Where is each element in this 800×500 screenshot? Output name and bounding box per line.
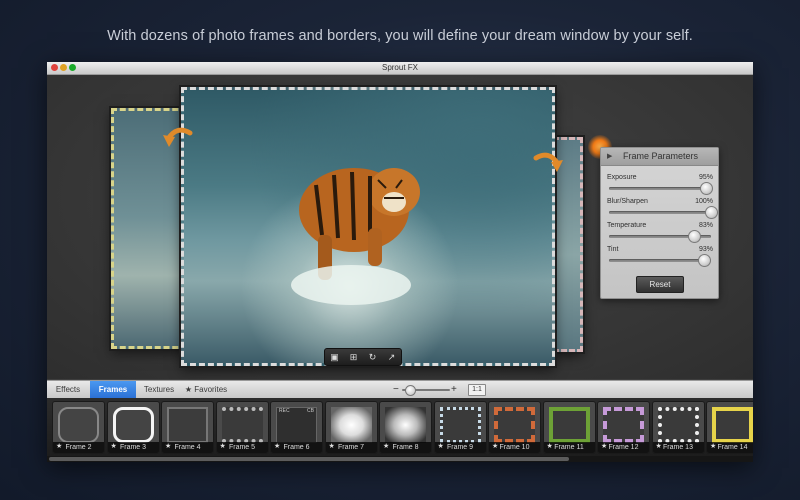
frame-thumbnail[interactable]: REC CB Frame 6 ★ — [270, 401, 323, 454]
param-blur-sharpen: Blur/Sharpen 100% — [607, 198, 718, 220]
rotate-left-arrow-icon[interactable] — [163, 125, 193, 149]
param-temperature: Temperature 83% — [607, 222, 713, 244]
frame-preview — [385, 407, 426, 443]
headline: With dozens of photo frames and borders,… — [107, 28, 693, 44]
favorite-star-icon[interactable]: ★ — [710, 442, 716, 452]
param-slider-knob[interactable] — [705, 206, 718, 219]
frame-preview — [603, 407, 644, 443]
param-value: 100% — [695, 198, 713, 205]
frame-thumbnail[interactable]: Frame 5 ★ — [215, 401, 269, 454]
app-window: Sprout FX ▣ ⊞ ↻ ↗ ▶ Frame Parameters Exp… — [47, 62, 753, 462]
frame-parameters-panel: ▶ Frame Parameters Exposure 95% Blur/Sharp… — [600, 147, 719, 299]
share-icon[interactable]: ↗ — [385, 349, 399, 365]
cb-label: CB — [307, 408, 314, 414]
params-header[interactable]: ▶ Frame Parameters — [601, 148, 718, 166]
param-slider-track[interactable] — [609, 187, 711, 190]
favorite-star-icon[interactable]: ★ — [383, 442, 389, 452]
param-label: Temperature — [607, 222, 647, 229]
frame-thumbnail[interactable]: Frame 11 ★ — [542, 401, 596, 454]
rec-label: REC — [279, 408, 290, 414]
param-value: 83% — [698, 222, 713, 229]
param-exposure: Exposure 95% — [607, 174, 713, 196]
frame-thumbnail[interactable]: Frame 4 ★ — [161, 401, 214, 454]
frame-thumbnail[interactable]: Frame 12 ★ — [597, 401, 650, 454]
favorite-star-icon[interactable]: ★ — [656, 442, 662, 452]
favorite-star-icon[interactable]: ★ — [601, 442, 607, 452]
favorite-star-icon[interactable]: ★ — [547, 442, 553, 452]
rotate-icon[interactable]: ↻ — [366, 349, 380, 365]
param-label: Tint — [607, 246, 619, 253]
frame-preview — [494, 407, 535, 443]
crop-icon[interactable]: ⊞ — [347, 349, 361, 365]
actual-size-button[interactable]: 1:1 — [468, 384, 486, 396]
frame-thumbnail[interactable]: Frame 2 ★ — [52, 401, 105, 454]
frame-preview — [548, 407, 590, 443]
frame-preview — [439, 407, 481, 443]
scrollbar-thumb[interactable] — [49, 457, 569, 461]
param-slider-knob[interactable] — [687, 230, 701, 243]
reset-button[interactable]: Reset — [636, 276, 684, 293]
zoom-in-button[interactable]: + — [451, 381, 457, 398]
tiger-image — [291, 168, 420, 305]
param-label: Exposure — [607, 174, 637, 181]
frame-thumbnail[interactable]: Frame 8 ★ — [379, 401, 432, 454]
frame-preview — [58, 407, 99, 443]
param-tint: Tint 93% — [607, 246, 713, 268]
frame-preview — [712, 407, 753, 443]
main-photo — [181, 87, 555, 366]
save-icon[interactable]: ▣ — [328, 349, 342, 365]
frame-thumbnail[interactable]: Frame 10 ★ — [488, 401, 541, 454]
favorite-star-icon[interactable]: ★ — [492, 442, 498, 452]
photo-canvas: ▣ ⊞ ↻ ↗ ▶ Frame Parameters Exposure 95% Bl… — [47, 75, 753, 379]
tab-textures[interactable]: Textures — [137, 381, 181, 398]
params-title: Frame Parameters — [623, 151, 699, 161]
window-title: Sprout FX — [381, 63, 418, 72]
favorite-star-icon[interactable]: ★ — [111, 442, 117, 452]
frame-thumbnail[interactable]: Frame 7 ★ — [324, 401, 378, 454]
frames-filmstrip: Frame 2 ★ Frame 3 ★ Frame 4 ★ Frame 5 ★ REC CB Fra… — [47, 398, 753, 456]
param-slider-knob[interactable] — [697, 254, 711, 267]
param-value: 93% — [698, 246, 713, 253]
favorite-star-icon[interactable]: ★ — [329, 442, 335, 452]
tab-frames[interactable]: Frames — [90, 381, 136, 398]
favorite-star-icon[interactable]: ★ — [220, 442, 226, 452]
frame-thumbnail[interactable]: Frame 3 ★ — [106, 401, 160, 454]
frame-preview — [112, 407, 154, 443]
favorite-star-icon[interactable]: ★ — [165, 442, 171, 452]
favorite-star-icon[interactable]: ★ — [56, 442, 62, 452]
filmstrip-scrollbar[interactable] — [47, 456, 753, 462]
frame-thumbnail[interactable]: Frame 14 ★ — [706, 401, 753, 454]
bottom-tabbar: Effects Frames Textures ★ Favorites − + … — [47, 380, 753, 399]
param-slider-knob[interactable] — [699, 182, 713, 195]
param-value: 95% — [698, 174, 713, 181]
favorite-star-icon[interactable]: ★ — [274, 442, 280, 452]
frame-preview — [167, 407, 208, 443]
frame-thumbnail[interactable]: Frame 9 ★ — [433, 401, 487, 454]
tab-favorites[interactable]: ★ Favorites — [182, 381, 230, 398]
frame-preview — [330, 407, 372, 443]
frame-thumbnail[interactable]: Frame 13 ★ — [651, 401, 705, 454]
favorite-star-icon[interactable]: ★ — [438, 442, 444, 452]
param-slider-track[interactable] — [609, 259, 711, 262]
param-slider-track[interactable] — [609, 211, 711, 214]
tab-effects[interactable]: Effects — [47, 381, 89, 398]
zoom-slider-knob[interactable] — [405, 385, 416, 396]
titlebar: Sprout FX — [47, 62, 753, 75]
param-label: Blur/Sharpen — [607, 198, 648, 205]
disclosure-triangle-icon[interactable]: ▶ — [607, 152, 612, 160]
image-toolbar: ▣ ⊞ ↻ ↗ — [324, 348, 402, 366]
frame-preview — [657, 407, 699, 443]
frame-preview — [221, 407, 263, 443]
zoom-out-button[interactable]: − — [393, 381, 399, 398]
rotate-right-arrow-icon[interactable] — [533, 150, 563, 174]
